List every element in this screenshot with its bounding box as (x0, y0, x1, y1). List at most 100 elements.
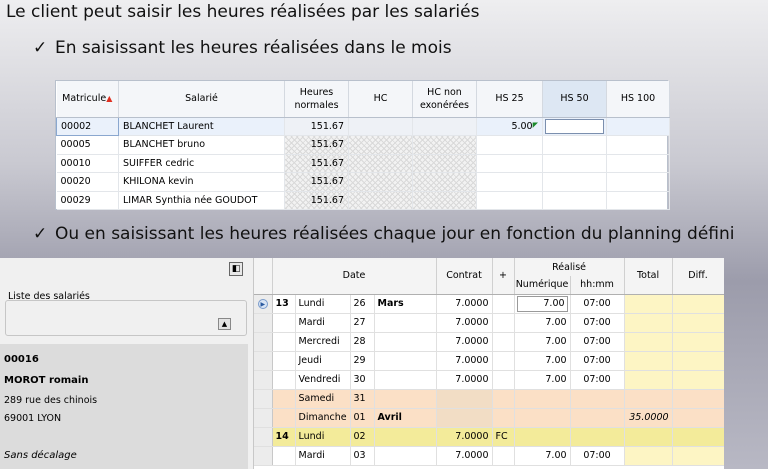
cell-hc-non[interactable] (412, 191, 477, 210)
numerique-input[interactable]: 7.00 (516, 295, 568, 312)
planning-row[interactable]: Mardi 03 7.0000 7.00 07:00 (254, 446, 724, 466)
planning-row[interactable]: Jeudi 29 7.0000 7.00 07:00 (254, 351, 724, 371)
col-header-diff[interactable]: Diff. (672, 258, 724, 295)
hs50-input[interactable] (545, 118, 604, 134)
hhmm-value[interactable]: 07:00 (570, 351, 625, 371)
col-header-date[interactable]: Date (272, 258, 437, 295)
hhmm-value[interactable] (570, 389, 625, 409)
planning-row-weekend[interactable]: Dimanche 01 Avril 35.0000 (254, 408, 724, 428)
cell-salarie[interactable]: KHILONA kevin (118, 172, 285, 192)
cell-hs25[interactable] (476, 135, 543, 155)
cell-hs50[interactable] (542, 117, 607, 136)
numerique-value[interactable] (514, 389, 571, 409)
col-header-hs100[interactable]: HS 100 (606, 81, 670, 118)
cell-hs50[interactable] (542, 191, 607, 210)
table-row[interactable]: 00010 SUIFFER cedric 151.67 (56, 154, 670, 173)
collapse-panel-icon[interactable]: ◧ (229, 262, 243, 276)
planning-row[interactable]: ▶ 13 Lundi 26 Mars 7.0000 7.00 07:00 (254, 294, 724, 314)
cell-hc-non[interactable] (412, 172, 477, 192)
col-header-matricule[interactable]: Matricule▲ (56, 81, 119, 118)
cell-hc-non[interactable] (412, 117, 477, 136)
cell-matricule[interactable]: 00010 (56, 154, 119, 173)
table-row[interactable]: 00005 BLANCHET bruno 151.67 (56, 135, 670, 155)
numerique-value[interactable]: 7.00 (514, 446, 571, 466)
current-row-arrow-icon: ▶ (257, 299, 268, 309)
cell-hs50[interactable] (542, 154, 607, 173)
col-header-hs25[interactable]: HS 25 (476, 81, 543, 118)
numerique-value[interactable]: 7.00 (514, 332, 571, 352)
hhmm-value[interactable]: 07:00 (570, 294, 625, 314)
cell-matricule[interactable]: 00020 (56, 172, 119, 192)
col-header-numerique[interactable]: Numérique (514, 276, 571, 295)
planning-row[interactable]: Mardi 27 7.0000 7.00 07:00 (254, 313, 724, 333)
cell-hc[interactable] (348, 154, 413, 173)
hhmm-value[interactable] (570, 408, 625, 428)
plus-value (492, 351, 515, 371)
col-header-hc[interactable]: HC (348, 81, 413, 118)
col-header-hs50[interactable]: HS 50 (542, 81, 607, 118)
dropdown-arrow-icon[interactable]: ▲ (218, 318, 231, 330)
cell-heures[interactable]: 151.67 (284, 154, 349, 173)
cell-heures[interactable]: 151.67 (284, 191, 349, 210)
cell-hc[interactable] (348, 191, 413, 210)
planning-row[interactable]: Vendredi 30 7.0000 7.00 07:00 (254, 370, 724, 390)
col-header-hhmm[interactable]: hh:mm (570, 276, 625, 295)
table-row[interactable]: 00020 KHILONA kevin 151.67 (56, 172, 670, 192)
col-header-plus[interactable]: + (492, 258, 515, 295)
numerique-value[interactable]: 7.00 (514, 351, 571, 371)
cell-salarie[interactable]: LIMAR Synthia née GOUDOT (118, 191, 285, 210)
col-header-realise[interactable]: Réalisé (514, 258, 625, 276)
plus-value (492, 408, 515, 428)
table-row[interactable]: 00002 BLANCHET Laurent 151.67 5.00◤ (56, 116, 670, 136)
cell-salarie[interactable]: SUIFFER cedric (118, 154, 285, 173)
numerique-value[interactable]: 7.00 (514, 370, 571, 390)
col-header-salarie[interactable]: Salarié (118, 81, 285, 118)
cell-heures[interactable]: 151.67 (284, 135, 349, 155)
cell-hc[interactable] (348, 172, 413, 192)
cell-hs50[interactable] (542, 172, 607, 192)
hhmm-value[interactable]: 07:00 (570, 313, 625, 333)
col-header-total[interactable]: Total (624, 258, 673, 295)
numerique-cell[interactable]: 7.00 (514, 294, 571, 314)
employee-id: 00016 (4, 354, 39, 365)
cell-hs100[interactable] (606, 191, 670, 210)
cell-hs50[interactable] (542, 135, 607, 155)
cell-hs25[interactable]: 5.00◤ (476, 117, 543, 136)
planning-row-week-start[interactable]: 14 Lundi 02 7.0000 FC (254, 427, 724, 447)
numerique-value[interactable] (514, 427, 571, 447)
row-indicator (254, 446, 273, 466)
cell-hs25[interactable] (476, 191, 543, 210)
cell-hc[interactable] (348, 135, 413, 155)
cell-hs25[interactable] (476, 172, 543, 192)
cell-hc[interactable] (348, 117, 413, 136)
cell-salarie[interactable]: BLANCHET Laurent (118, 117, 285, 136)
hhmm-value[interactable]: 07:00 (570, 332, 625, 352)
cell-matricule[interactable]: 00005 (56, 135, 119, 155)
col-header-contrat[interactable]: Contrat (436, 258, 493, 295)
cell-hs100[interactable] (606, 135, 670, 155)
cell-hc-non[interactable] (412, 135, 477, 155)
cell-heures[interactable]: 151.67 (284, 117, 349, 136)
col-header-hc-non-exonerees[interactable]: HC non exonérées (412, 81, 477, 118)
numerique-value[interactable]: 7.00 (514, 313, 571, 333)
header-gutter (254, 258, 273, 295)
planning-row-weekend[interactable]: Samedi 31 (254, 389, 724, 409)
cell-hs100[interactable] (606, 117, 670, 136)
table-row[interactable]: 00029 LIMAR Synthia née GOUDOT 151.67 (56, 191, 670, 210)
planning-row[interactable]: Mercredi 28 7.0000 7.00 07:00 (254, 332, 724, 352)
cell-hc-non[interactable] (412, 154, 477, 173)
numerique-value[interactable] (514, 408, 571, 428)
cell-matricule[interactable]: 00029 (56, 191, 119, 210)
cell-hs100[interactable] (606, 172, 670, 192)
diff-value (672, 294, 724, 314)
cell-matricule[interactable]: 00002 (56, 116, 119, 136)
cell-hs100[interactable] (606, 154, 670, 173)
cell-salarie[interactable]: BLANCHET bruno (118, 135, 285, 155)
hhmm-value[interactable]: 07:00 (570, 446, 625, 466)
hhmm-value[interactable] (570, 427, 625, 447)
col-header-heures-normales[interactable]: Heures normales (284, 81, 349, 118)
cell-heures[interactable]: 151.67 (284, 172, 349, 192)
cell-hs25[interactable] (476, 154, 543, 173)
hhmm-value[interactable]: 07:00 (570, 370, 625, 390)
employee-list-select[interactable] (5, 300, 247, 336)
